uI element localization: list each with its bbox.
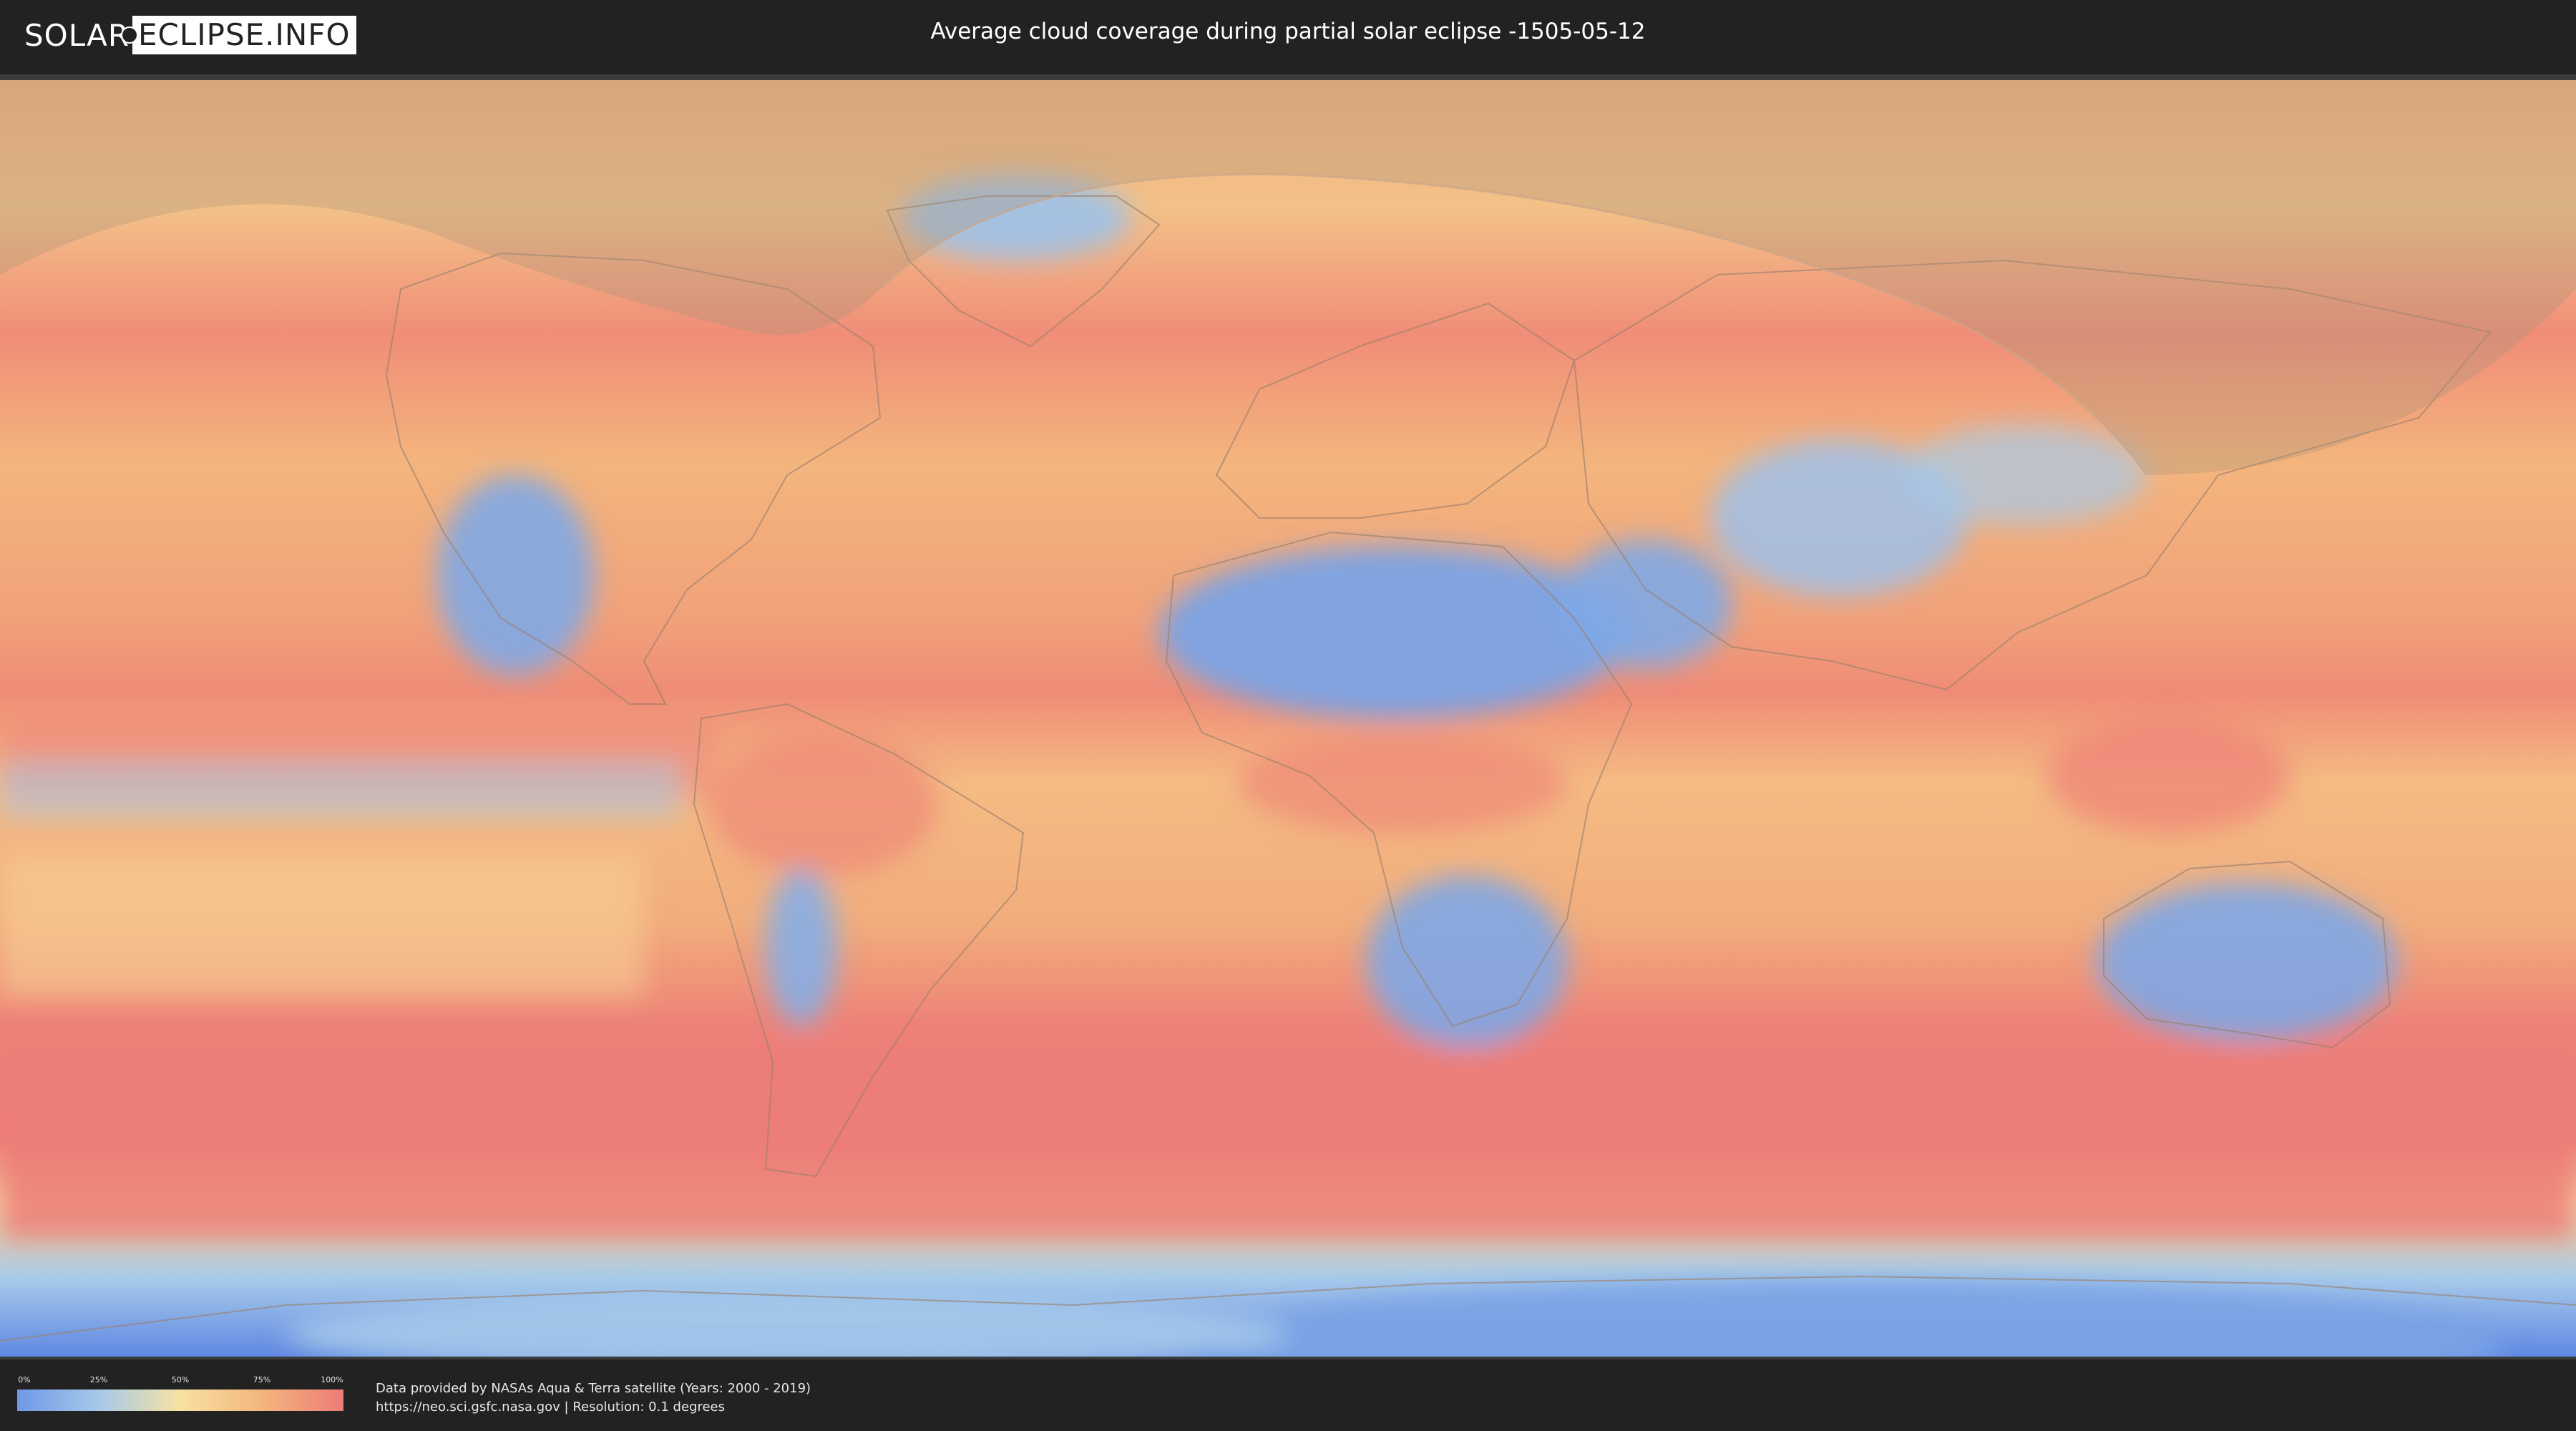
footer: 0% 25% 50% 75% 100% Data provided by NAS…	[0, 1359, 2576, 1431]
data-credits: Data provided by NASAs Aqua & Terra sate…	[376, 1379, 811, 1417]
world-cloud-map[interactable]	[0, 74, 2576, 1359]
page-root: SOLAR ECLIPSE.INFO Average cloud coverag…	[0, 0, 2576, 1431]
header: SOLAR ECLIPSE.INFO Average cloud coverag…	[0, 0, 2576, 72]
legend-tick-0: 0%	[18, 1375, 31, 1384]
legend-color-bar	[17, 1390, 343, 1411]
cloud-coverage-map[interactable]	[0, 74, 2576, 1359]
legend-tick-100: 100%	[321, 1375, 343, 1384]
legend-tick-50: 50%	[171, 1375, 190, 1384]
cloud-coverage-legend: 0% 25% 50% 75% 100%	[17, 1375, 343, 1418]
credit-line-url[interactable]: https://neo.sci.gsfc.nasa.gov | Resoluti…	[376, 1398, 811, 1417]
legend-tick-75: 75%	[253, 1375, 271, 1384]
credit-line-source: Data provided by NASAs Aqua & Terra sate…	[376, 1381, 811, 1396]
map-top-edge	[0, 74, 2576, 80]
page-title: Average cloud coverage during partial so…	[930, 19, 1646, 44]
legend-tick-25: 25%	[89, 1375, 108, 1384]
